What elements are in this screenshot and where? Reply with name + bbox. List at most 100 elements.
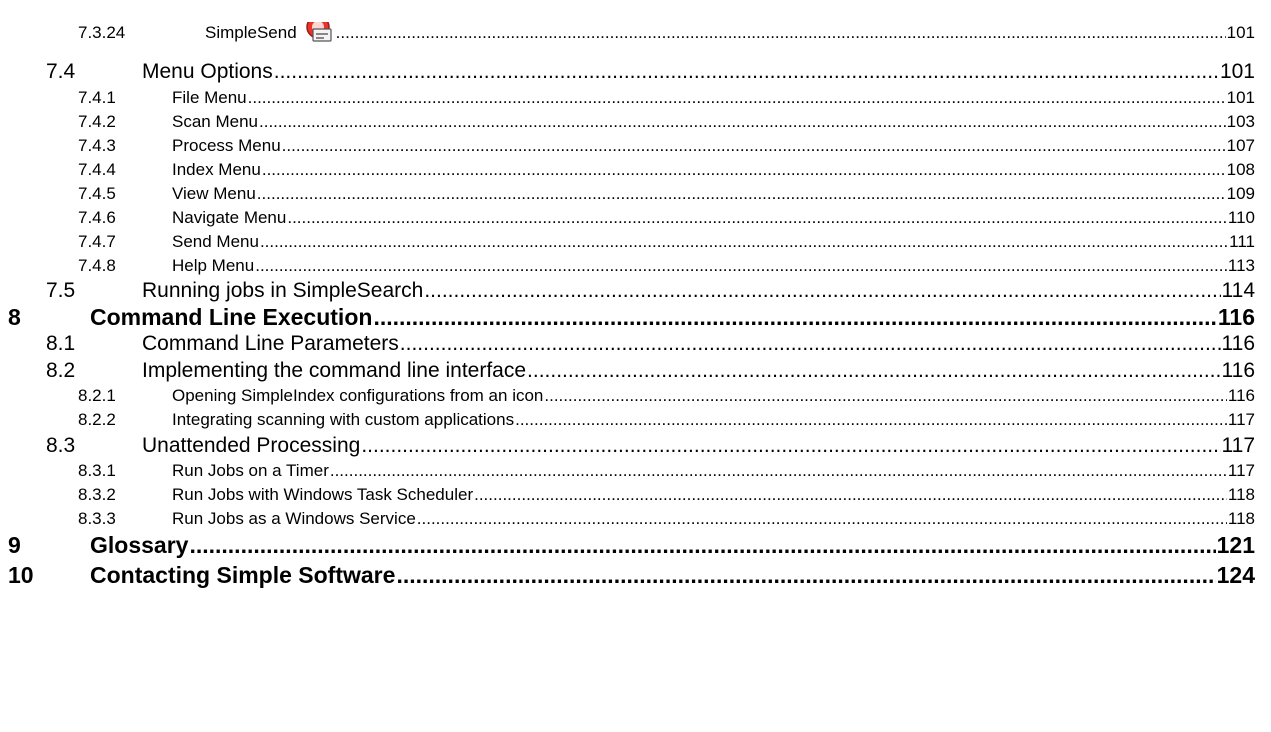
toc-entry[interactable]: 9 Glossary 121 bbox=[8, 532, 1255, 558]
toc-entry-title: Scan Menu bbox=[172, 112, 258, 131]
toc-entry-number: 10 bbox=[8, 562, 34, 588]
toc-entry-page: 116 bbox=[1221, 332, 1255, 355]
toc-entry-leader bbox=[257, 183, 1226, 205]
toc-entry-title: SimpleSend bbox=[205, 23, 297, 42]
toc-entry[interactable]: 7.5 Running jobs in SimpleSearch 114 bbox=[46, 279, 1255, 303]
toc-entry-leader bbox=[287, 207, 1227, 229]
toc-entry-number: 9 bbox=[8, 532, 21, 558]
toc-entry-title: Unattended Processing bbox=[142, 434, 361, 457]
toc-entry-number: 7.4.2 bbox=[78, 112, 116, 131]
toc-entry-leader bbox=[474, 484, 1227, 506]
toc-entry-title: Integrating scanning with custom applica… bbox=[172, 410, 515, 429]
toc-entry-leader bbox=[189, 532, 1215, 558]
toc-entry-leader bbox=[400, 332, 1221, 356]
toc-entry-leader bbox=[417, 508, 1227, 530]
toc-entry[interactable]: 7.4.3 Process Menu 107 bbox=[78, 135, 1255, 157]
toc-entry[interactable]: 7.4.8 Help Menu 113 bbox=[78, 255, 1255, 277]
toc-entry-title: Contacting Simple Software bbox=[90, 562, 396, 588]
toc-entry[interactable]: 7.4.2 Scan Menu 103 bbox=[78, 111, 1255, 133]
toc-entry-title: Menu Options bbox=[142, 60, 273, 83]
toc-entry-title: Run Jobs with Windows Task Scheduler bbox=[172, 485, 474, 504]
toc-entry-page: 101 bbox=[1226, 23, 1255, 42]
toc-entry-number: 7.4.1 bbox=[78, 88, 116, 107]
toc-entry-leader bbox=[361, 434, 1220, 458]
toc-entry-number: 8 bbox=[8, 304, 21, 330]
toc-entry-number: 7.4 bbox=[46, 60, 76, 83]
toc-entry-leader bbox=[274, 60, 1219, 84]
toc-entry[interactable]: 7.4.6 Navigate Menu 110 bbox=[78, 207, 1255, 229]
toc-entry-number: 7.5 bbox=[46, 279, 76, 302]
toc-entry[interactable]: 7.4.5 View Menu 109 bbox=[78, 183, 1255, 205]
toc-entry-page: 118 bbox=[1227, 485, 1255, 504]
toc-entry-leader bbox=[255, 255, 1227, 277]
toc-entry-leader bbox=[248, 87, 1226, 109]
toc-entry-leader bbox=[330, 460, 1227, 482]
toc-entry-leader bbox=[424, 279, 1220, 303]
toc-entry-page: 110 bbox=[1227, 208, 1255, 227]
toc-entry-page: 117 bbox=[1227, 461, 1255, 480]
toc-entry-number: 8.1 bbox=[46, 332, 76, 355]
toc-entry-page: 114 bbox=[1221, 279, 1255, 302]
toc-entry[interactable]: 7.4 Menu Options 101 bbox=[46, 60, 1255, 84]
toc-entry[interactable]: 8.1 Command Line Parameters 116 bbox=[46, 332, 1255, 356]
toc-entry[interactable]: 8.2.1 Opening SimpleIndex configurations… bbox=[78, 385, 1255, 407]
toc-entry-leader bbox=[396, 562, 1215, 588]
toc-entry-title: Implementing the command line interface bbox=[142, 359, 527, 382]
toc-entry-title: Send Menu bbox=[172, 232, 259, 251]
toc-entry-title: Glossary bbox=[90, 532, 189, 558]
toc-entry[interactable]: 8.2.2 Integrating scanning with custom a… bbox=[78, 409, 1255, 431]
simplesend-icon bbox=[305, 22, 335, 44]
toc-entry-leader bbox=[544, 385, 1227, 407]
toc-entry-page: 101 bbox=[1226, 88, 1255, 107]
toc-entry-title: Command Line Execution bbox=[90, 304, 373, 330]
toc-entry-title: Running jobs in SimpleSearch bbox=[142, 279, 424, 302]
toc-entry-number: 7.3.24 bbox=[78, 23, 126, 42]
toc-entry-leader bbox=[515, 409, 1227, 431]
toc-entry[interactable]: 8 Command Line Execution 116 bbox=[8, 304, 1255, 330]
toc-entry-number: 7.4.8 bbox=[78, 256, 116, 275]
toc-entry-number: 7.4.4 bbox=[78, 160, 116, 179]
toc-entry[interactable]: 8.3.3 Run Jobs as a Windows Service 118 bbox=[78, 508, 1255, 530]
toc-entry-page: 101 bbox=[1219, 60, 1255, 83]
toc-entry-page: 116 bbox=[1221, 359, 1255, 382]
toc-entry-number: 8.3.1 bbox=[78, 461, 116, 480]
toc-entry-number: 8.2 bbox=[46, 359, 76, 382]
toc-entry-page: 109 bbox=[1226, 184, 1255, 203]
toc-entry-page: 107 bbox=[1226, 136, 1255, 155]
toc-entry-leader bbox=[260, 231, 1228, 253]
toc-entry-title: Navigate Menu bbox=[172, 208, 287, 227]
toc-entry[interactable]: 7.4.7 Send Menu 111 bbox=[78, 231, 1255, 253]
toc-entry-number: 7.4.6 bbox=[78, 208, 116, 227]
toc-entry[interactable]: 10 Contacting Simple Software 124 bbox=[8, 562, 1255, 588]
toc-entry-number: 7.4.5 bbox=[78, 184, 116, 203]
toc-entry[interactable]: 8.2 Implementing the command line interf… bbox=[46, 359, 1255, 383]
toc-entry-title: View Menu bbox=[172, 184, 256, 203]
toc-entry-page: 121 bbox=[1216, 532, 1255, 558]
toc-entry-number: 8.2.1 bbox=[78, 386, 116, 405]
toc-entry-page: 118 bbox=[1227, 509, 1255, 528]
toc-entry-title: Help Menu bbox=[172, 256, 255, 275]
toc-entry-page: 116 bbox=[1227, 386, 1255, 405]
toc-entry-leader bbox=[373, 304, 1216, 330]
toc-entry-number: 8.3 bbox=[46, 434, 76, 457]
toc-entry-title: Index Menu bbox=[172, 160, 261, 179]
toc-entry-title: Opening SimpleIndex configurations from … bbox=[172, 386, 544, 405]
toc-entry-number: 8.3.3 bbox=[78, 509, 116, 528]
toc-entry-title: Run Jobs on a Timer bbox=[172, 461, 329, 480]
toc-entry-page: 108 bbox=[1226, 160, 1255, 179]
toc-entry-number: 8.3.2 bbox=[78, 485, 116, 504]
toc-entry-page: 124 bbox=[1216, 562, 1255, 588]
toc-entry-title: Run Jobs as a Windows Service bbox=[172, 509, 416, 528]
toc-entry-page: 113 bbox=[1227, 256, 1255, 275]
toc-entry-page: 117 bbox=[1221, 434, 1255, 457]
toc-entry[interactable]: 8.3 Unattended Processing 117 bbox=[46, 434, 1255, 458]
toc-entry[interactable]: 7.4.1 File Menu 101 bbox=[78, 87, 1255, 109]
toc-entry-title: Process Menu bbox=[172, 136, 281, 155]
toc-entry[interactable]: 7.4.4 Index Menu 108 bbox=[78, 159, 1255, 181]
toc-entry-leader bbox=[527, 359, 1220, 383]
toc-entry-number: 7.4.7 bbox=[78, 232, 116, 251]
toc-entry[interactable]: 8.3.2 Run Jobs with Windows Task Schedul… bbox=[78, 484, 1255, 506]
toc-entry[interactable]: 7.3.24 SimpleSend 101 bbox=[78, 22, 1255, 44]
toc-entry[interactable]: 8.3.1 Run Jobs on a Timer 117 bbox=[78, 460, 1255, 482]
toc-entry-page: 111 bbox=[1229, 232, 1255, 251]
